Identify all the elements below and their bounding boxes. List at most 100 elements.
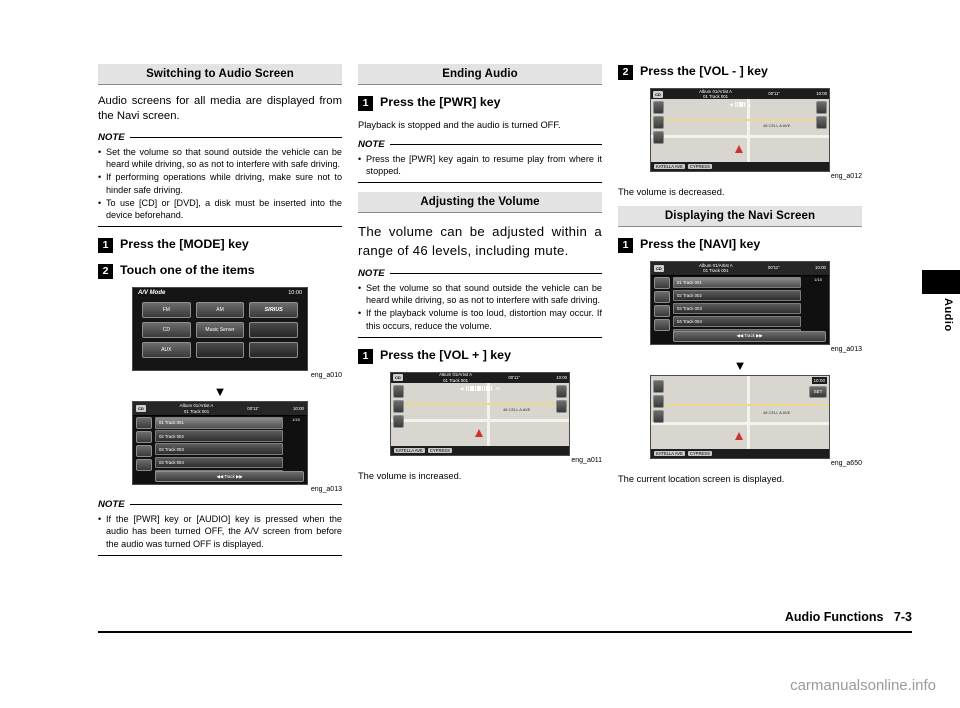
map-button[interactable] — [653, 379, 664, 393]
now-playing: Album 01/Artist A 01 Track 001 — [699, 263, 733, 274]
track-list-side-buttons-left — [136, 417, 152, 473]
list-item[interactable]: 03 Track 003 — [673, 302, 801, 315]
screenshot-av-mode: A/V Mode 10:00 FM AM SIRIUS CD Music Ser… — [132, 287, 308, 372]
step-text: Press the [MODE] key — [120, 237, 249, 252]
side-button[interactable] — [654, 318, 670, 331]
album-label: Album 01/Artist A — [699, 89, 733, 94]
track-label: 01 Track 001 — [443, 377, 468, 383]
figure-caption: eng_a013 — [830, 345, 862, 353]
map-button[interactable] — [653, 116, 664, 129]
track-skip-bar[interactable]: ◀◀ Track ▶▶ — [673, 330, 826, 342]
note-heading-2: NOTE — [98, 499, 342, 510]
av-button-am[interactable]: AM — [195, 302, 245, 319]
note-rule — [129, 504, 342, 506]
paragraph-volume-range: The volume can be adjusted within a rang… — [358, 223, 602, 258]
section-header-adjusting-volume: Adjusting the Volume — [358, 191, 602, 213]
list-item[interactable]: 01 Track 001 — [673, 276, 801, 288]
volume-icon: ◀ — [729, 102, 733, 107]
map-button[interactable] — [556, 384, 567, 398]
clock: 10:00 — [292, 405, 304, 411]
note-bullet: Set the volume so that sound outside the… — [358, 282, 602, 306]
list-item[interactable]: 04 Track 004 — [155, 456, 283, 468]
screenshot-volume-down: 48 CELL A AVE CD Album 01/Artist A 01 Tr… — [650, 88, 830, 172]
step-text: Press the [PWR] key — [380, 95, 501, 109]
av-button-cd[interactable]: CD — [142, 322, 191, 339]
list-item[interactable]: 03 Track 003 — [155, 443, 283, 455]
side-button[interactable] — [654, 304, 670, 317]
cd-chip: CD — [653, 90, 663, 98]
av-mode-title: A/V Mode — [138, 290, 166, 297]
step-number: 1 — [358, 96, 373, 111]
av-mode-button-grid: FM AM SIRIUS CD Music Server AUX — [142, 302, 299, 362]
watermark: carmanualsonline.info — [790, 677, 936, 694]
screenshot-track-list-2: CD Album 01/Artist A 01 Track 001 00'11"… — [650, 260, 830, 345]
flow-arrow: ▼ — [213, 384, 227, 400]
track-list-header: CD Album 01/Artist A 01 Track 001 00'11"… — [133, 402, 307, 417]
map-road — [651, 421, 829, 425]
paragraph-volume-decreased: The volume is decreased. — [618, 187, 725, 197]
side-button[interactable] — [654, 276, 670, 289]
side-button[interactable] — [136, 417, 152, 430]
av-button-fm[interactable]: FM — [142, 302, 191, 319]
note-body-2: Set the volume so that sound outside the… — [358, 279, 602, 338]
map-top-bar: CD Album 01/Artist A 01 Track 001 00'11"… — [391, 372, 569, 383]
step-number: 1 — [618, 237, 633, 253]
column-3: 2 Press the [VOL - ] key 48 CELL A AVE C… — [618, 64, 862, 492]
volume-bars — [465, 385, 493, 392]
av-mode-row: FM AM SIRIUS — [142, 302, 299, 319]
elapsed-time: 00'11" — [247, 405, 260, 411]
clock: 10:00 — [556, 374, 567, 380]
map-road-highlight — [391, 402, 569, 405]
note-label: NOTE — [358, 267, 385, 279]
section-header-display-navi: Displaying the Navi Screen — [618, 205, 862, 227]
step-number: 1 — [358, 348, 373, 364]
map-button[interactable] — [556, 399, 567, 413]
map-left-buttons — [653, 379, 664, 425]
side-button[interactable] — [136, 459, 152, 472]
track-label: 01 Track 001 — [183, 408, 210, 414]
av-button-music-server[interactable]: Music Server — [195, 322, 245, 339]
map-button[interactable] — [653, 131, 664, 144]
column-2: Ending Audio 1 Press the [PWR] key Playb… — [358, 64, 602, 489]
map-city-chip: CYPRESS — [687, 450, 712, 456]
map-button[interactable] — [393, 399, 404, 413]
track-label: 01 Track 001 — [703, 268, 729, 273]
map-button[interactable] — [653, 409, 664, 423]
step-press-navi: 1 Press the [NAVI] key — [618, 237, 862, 253]
map-button[interactable] — [816, 101, 827, 114]
map-road-highlight — [651, 119, 829, 121]
navi-top-right: 10:00 — [811, 376, 827, 384]
list-item[interactable]: 04 Track 004 — [673, 315, 801, 328]
av-button-sirius[interactable]: SIRIUS — [249, 302, 299, 319]
map-button[interactable] — [393, 414, 404, 428]
list-item[interactable]: 02 Track 002 — [673, 289, 801, 302]
av-mode-row: CD Music Server — [142, 322, 299, 339]
set-button[interactable]: SET — [809, 385, 827, 398]
note-bullet: Press the [PWR] key again to resume play… — [358, 153, 602, 177]
side-button[interactable] — [136, 445, 152, 458]
step-press-mode: 1 Press the [MODE] key — [98, 237, 342, 254]
side-button[interactable] — [136, 431, 152, 444]
map-road — [747, 99, 750, 171]
elapsed-time: 00'11" — [767, 265, 780, 271]
map-button[interactable] — [816, 116, 827, 129]
step-text: Press the [NAVI] key — [640, 236, 761, 251]
track-skip-bar[interactable]: ◀◀ Track ▶▶ — [155, 471, 304, 483]
map-label: 48 CELL A AVE — [763, 409, 791, 415]
cd-chip: CD — [393, 374, 403, 382]
av-button-aux[interactable]: AUX — [142, 342, 191, 359]
map-button[interactable] — [653, 101, 664, 114]
section-header-ending-audio: Ending Audio — [358, 64, 602, 85]
cd-chip: CD — [654, 264, 664, 272]
map-button[interactable] — [653, 394, 664, 408]
map-button[interactable] — [393, 384, 404, 398]
list-item[interactable]: 01 Track 001 — [155, 417, 283, 429]
list-item[interactable]: 02 Track 002 — [155, 430, 283, 442]
navi-map-screen: 48 CELL A AVE 10:00 SET KATELLA AVE CYPR… — [651, 375, 829, 458]
note-bullet: To use [CD] or [DVD], a disk must be ins… — [98, 197, 342, 221]
av-button-blank — [195, 342, 245, 359]
now-playing: Album 01/Artist A 01 Track 001 — [699, 89, 732, 100]
side-button[interactable] — [654, 290, 670, 303]
volume-up-screen: 48 CELL A AVE CD Album 01/Artist A 01 Tr… — [391, 372, 569, 455]
map-left-buttons — [653, 101, 664, 146]
